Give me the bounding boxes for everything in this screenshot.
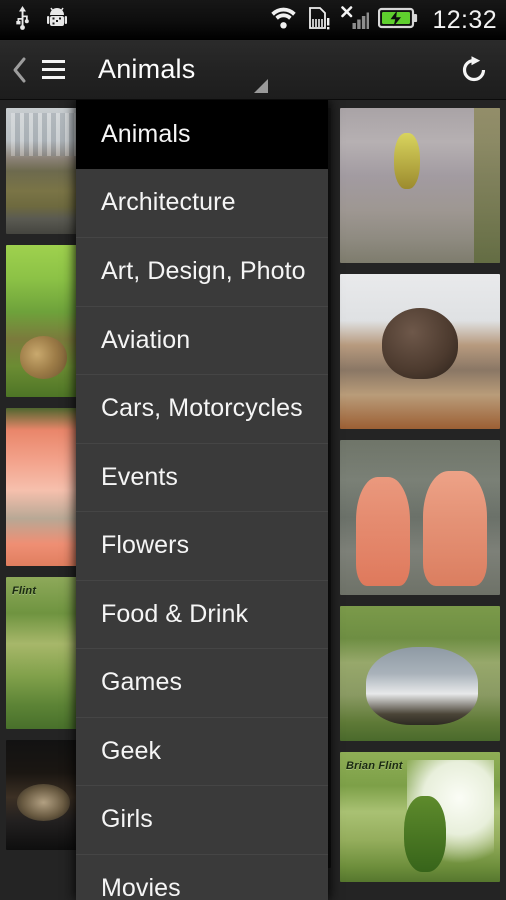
photo-watermark: Flint	[12, 585, 37, 597]
dropdown-item[interactable]: Geek	[76, 716, 328, 786]
dropdown-item[interactable]: Movies	[76, 853, 328, 900]
status-bar-clock: 12:32	[432, 5, 497, 34]
battery-charging-icon	[378, 7, 418, 34]
signal-no-service-icon	[340, 5, 370, 35]
green-beetle-on-flowers-photo[interactable]: Brian Flint	[340, 752, 500, 882]
status-icons-left	[14, 5, 67, 35]
status-bar: 12:32	[0, 0, 506, 40]
dropdown-item[interactable]: Architecture	[76, 169, 328, 238]
status-icons-right: 12:32	[269, 5, 497, 35]
refresh-icon[interactable]	[442, 40, 506, 100]
spinner-triangle-icon	[254, 78, 268, 93]
house-sparrow-photo[interactable]	[340, 274, 500, 429]
android-screen: Flint Brian Flint Animals Architecture Art…	[0, 0, 506, 900]
wifi-icon	[269, 6, 298, 34]
dropdown-item[interactable]: Games	[76, 648, 328, 717]
title-spinner[interactable]: Animals	[74, 40, 442, 100]
android-debug-icon	[47, 6, 67, 35]
golden-orb-spider-photo[interactable]	[340, 108, 500, 263]
green-foliage-photo[interactable]: Flint	[6, 577, 83, 729]
dropdown-item[interactable]: Animals	[76, 100, 328, 169]
jumping-spider-photo[interactable]	[6, 740, 83, 850]
grid-column-right: Brian Flint	[340, 108, 500, 900]
dropdown-item[interactable]: Food & Drink	[76, 579, 328, 649]
dropdown-item[interactable]: Girls	[76, 785, 328, 854]
sd-card-alert-icon	[307, 6, 331, 35]
page-title: Animals	[98, 54, 196, 84]
hamburger-menu-icon[interactable]	[32, 40, 74, 100]
grid-column-left: Flint	[6, 108, 83, 900]
dropdown-item[interactable]: Art, Design, Photo	[76, 237, 328, 306]
dropdown-item[interactable]: Flowers	[76, 511, 328, 580]
dropdown-item[interactable]: Cars, Motorcycles	[76, 374, 328, 443]
flamingos-pair-photo[interactable]	[340, 440, 500, 595]
photo-watermark: Brian Flint	[346, 760, 403, 772]
snail-on-leaf-photo[interactable]	[6, 245, 83, 397]
category-dropdown-list[interactable]: Animals Architecture Art, Design, Photo Avi…	[76, 100, 328, 900]
dropdown-item[interactable]: Events	[76, 442, 328, 512]
flamingos-resting-photo[interactable]	[6, 408, 83, 566]
dropdown-item[interactable]: Aviation	[76, 305, 328, 375]
action-bar: Animals	[0, 40, 506, 100]
usb-icon	[14, 5, 31, 35]
canal-buildings-photo[interactable]	[6, 108, 83, 234]
wood-pigeon-photo[interactable]	[340, 606, 500, 741]
back-chevron-icon[interactable]	[6, 40, 32, 100]
